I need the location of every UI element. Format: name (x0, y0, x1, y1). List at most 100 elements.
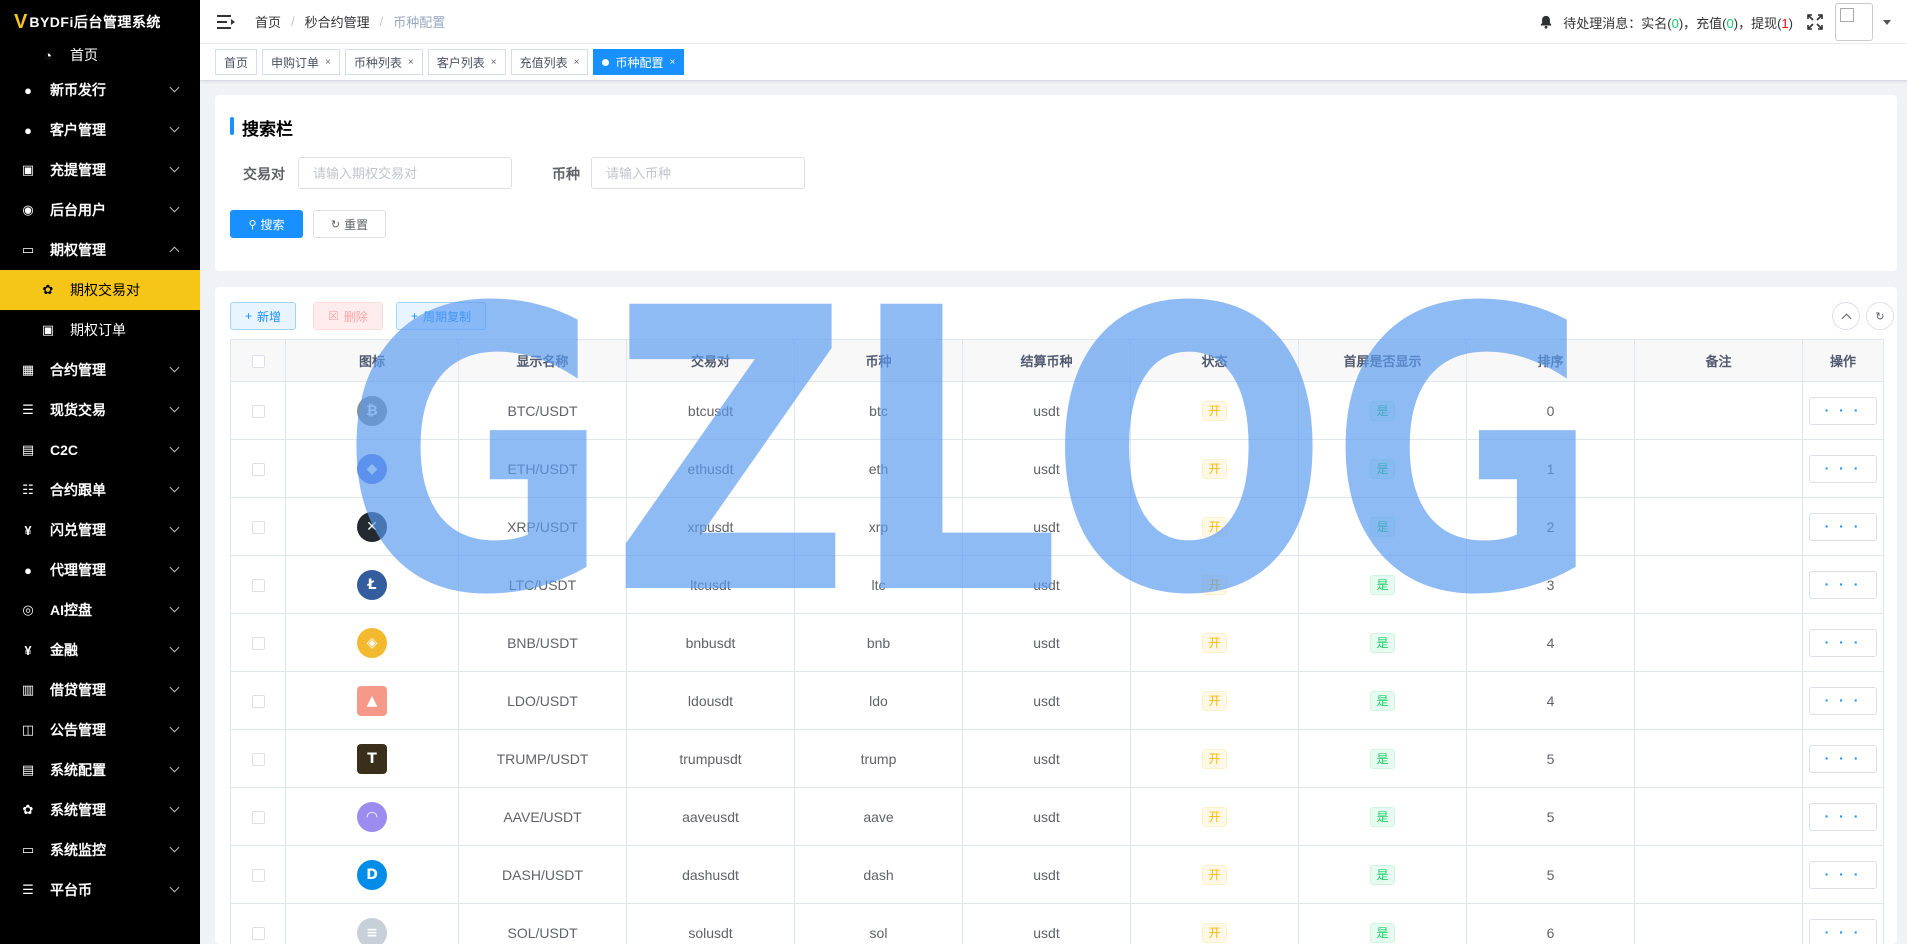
sidebar-item-16[interactable]: ▥ 借贷管理 (0, 670, 200, 710)
breadcrumb: 首页 / 秒合约管理 / 币种配置 (255, 12, 445, 31)
breadcrumb-home[interactable]: 首页 (255, 12, 281, 31)
delete-button[interactable]: ☒ 删除 (313, 302, 383, 330)
add-button[interactable]: + 新增 (230, 302, 297, 330)
sidebar-item-6[interactable]: ✿ 期权交易对 (0, 270, 200, 310)
more-actions-button[interactable]: · · · (1809, 570, 1877, 599)
sidebar-item-4[interactable]: ◉ 后台用户 (0, 190, 200, 230)
close-icon[interactable]: × (325, 57, 331, 68)
sidebar-item-label: 后台用户 (50, 202, 106, 218)
period-copy-button[interactable]: + 周期复制 (396, 302, 487, 330)
reset-button[interactable]: ↻ 重置 (313, 210, 386, 238)
avatar[interactable] (1835, 3, 1873, 41)
icon-cell: ₿ (285, 381, 459, 440)
search-button-label: 搜索 (260, 217, 285, 232)
sidebar-item-10[interactable]: ▤ C2C (0, 430, 200, 470)
search-button[interactable]: ⚲ 搜索 (230, 210, 303, 238)
list-icon: ☰ (22, 402, 34, 417)
menu-toggle-icon[interactable] (217, 14, 235, 29)
pair-label: 交易对 (243, 166, 285, 182)
close-icon[interactable]: × (408, 57, 414, 68)
sidebar-item-8[interactable]: ▦ 合约管理 (0, 350, 200, 390)
reset-button-label: 重置 (344, 217, 369, 232)
coin-config-table: 图标 显示名称 交易对 币种 结算币种 状态 首屏是否显示 排序 备注 操作 ₿ BTC/USDT b… (230, 339, 1884, 944)
sidebar-item-3[interactable]: ▣ 充提管理 (0, 150, 200, 190)
sidebar-item-21[interactable]: ☰ 平台币 (0, 870, 200, 910)
fullscreen-icon[interactable] (1807, 14, 1823, 30)
tab-3[interactable]: 客户列表 × (427, 49, 506, 75)
table-row: ✕ XRP/USDT xrpusdt xrp usdt 开是 2 · · · (230, 497, 1884, 556)
ethereum-icon: ◆ (357, 453, 387, 484)
caret-down-icon[interactable] (1883, 19, 1891, 25)
row-checkbox[interactable] (251, 405, 265, 419)
home-display-badge: 是 (1370, 516, 1395, 537)
row-checkbox[interactable] (251, 695, 265, 709)
sidebar-item-7[interactable]: ▣ 期权订单 (0, 310, 200, 350)
row-checkbox[interactable] (251, 521, 265, 535)
row-checkbox[interactable] (251, 811, 265, 825)
refresh-table-button[interactable]: ↻ (1866, 302, 1894, 330)
chevron-down-icon (169, 722, 180, 733)
more-actions-button[interactable]: · · · (1809, 396, 1877, 425)
notice-text[interactable]: 待处理消息：实名(0)，充值(0)，提现(1) (1563, 13, 1793, 32)
column-header: 备注 (1634, 339, 1803, 382)
lido-icon: ▲ (357, 685, 387, 716)
row-checkbox[interactable] (251, 637, 265, 651)
sidebar-item-18[interactable]: ▤ 系统配置 (0, 750, 200, 790)
toggle-search-button[interactable] (1832, 302, 1860, 330)
table-row: ▲ LDO/USDT ldousdt ldo usdt 开是 4 · · · (230, 671, 1884, 730)
more-actions-button[interactable]: · · · (1809, 512, 1877, 541)
close-icon[interactable]: × (491, 57, 497, 68)
sidebar-item-2[interactable]: ● 客户管理 (0, 110, 200, 150)
pair-cell: xrpusdt (626, 497, 795, 556)
status-badge: 开 (1202, 690, 1227, 711)
name-cell: BNB/USDT (458, 613, 627, 672)
sidebar-item-13[interactable]: ● 代理管理 (0, 550, 200, 590)
sidebar-item-14[interactable]: ◎ AI控盘 (0, 590, 200, 630)
select-all-checkbox[interactable] (251, 355, 265, 369)
row-checkbox[interactable] (251, 869, 265, 883)
chevron-down-icon (169, 482, 180, 493)
tab-4[interactable]: 充值列表 × (510, 49, 589, 75)
bell-icon[interactable] (1539, 15, 1553, 29)
sidebar-item-5[interactable]: ▭ 期权管理 (0, 230, 200, 270)
close-icon[interactable]: × (669, 57, 675, 68)
tab-2[interactable]: 币种列表 × (344, 49, 423, 75)
row-checkbox[interactable] (251, 927, 265, 941)
coin-search-input[interactable] (591, 157, 805, 189)
search-icon: ⚲ (248, 218, 257, 231)
more-actions-button[interactable]: · · · (1809, 860, 1877, 889)
period-copy-button-label: 周期复制 (423, 309, 472, 324)
row-checkbox[interactable] (251, 753, 265, 767)
sidebar-item-0[interactable]: ◔ 首页 (0, 40, 200, 70)
chevron-down-icon (169, 602, 180, 613)
tab-0[interactable]: 首页 (215, 49, 258, 75)
more-actions-button[interactable]: · · · (1809, 686, 1877, 715)
row-checkbox[interactable] (251, 463, 265, 477)
settle-cell: usdt (962, 439, 1131, 498)
sidebar-item-15[interactable]: ¥ 金融 (0, 630, 200, 670)
sidebar-item-1[interactable]: ● 新币发行 (0, 70, 200, 110)
recharge-count: 0 (1726, 15, 1734, 31)
more-actions-button[interactable]: · · · (1809, 454, 1877, 483)
row-checkbox[interactable] (251, 579, 265, 593)
sidebar-item-11[interactable]: ☷ 合约跟单 (0, 470, 200, 510)
tab-1[interactable]: 申购订单 × (262, 49, 340, 75)
app-logo[interactable]: V BYDFi后台管理系统 (0, 0, 200, 44)
more-actions-button[interactable]: · · · (1809, 744, 1877, 773)
more-actions-button[interactable]: · · · (1809, 628, 1877, 657)
home-display-badge: 是 (1370, 748, 1395, 769)
select-all-cell (230, 339, 286, 382)
pair-search-input[interactable] (298, 157, 512, 189)
column-header: 状态 (1130, 339, 1299, 382)
tab-5[interactable]: 币种配置 × (593, 49, 685, 75)
breadcrumb-section[interactable]: 秒合约管理 (305, 12, 370, 31)
more-actions-button[interactable]: · · · (1809, 918, 1877, 944)
sidebar-item-12[interactable]: ¥ 闪兑管理 (0, 510, 200, 550)
sidebar-item-20[interactable]: ▭ 系统监控 (0, 830, 200, 870)
more-actions-button[interactable]: · · · (1809, 802, 1877, 831)
sidebar-item-17[interactable]: ◫ 公告管理 (0, 710, 200, 750)
sidebar-item-19[interactable]: ✿ 系统管理 (0, 790, 200, 830)
sidebar-item-9[interactable]: ☰ 现货交易 (0, 390, 200, 430)
close-icon[interactable]: × (574, 57, 580, 68)
name-cell: AAVE/USDT (458, 787, 627, 846)
